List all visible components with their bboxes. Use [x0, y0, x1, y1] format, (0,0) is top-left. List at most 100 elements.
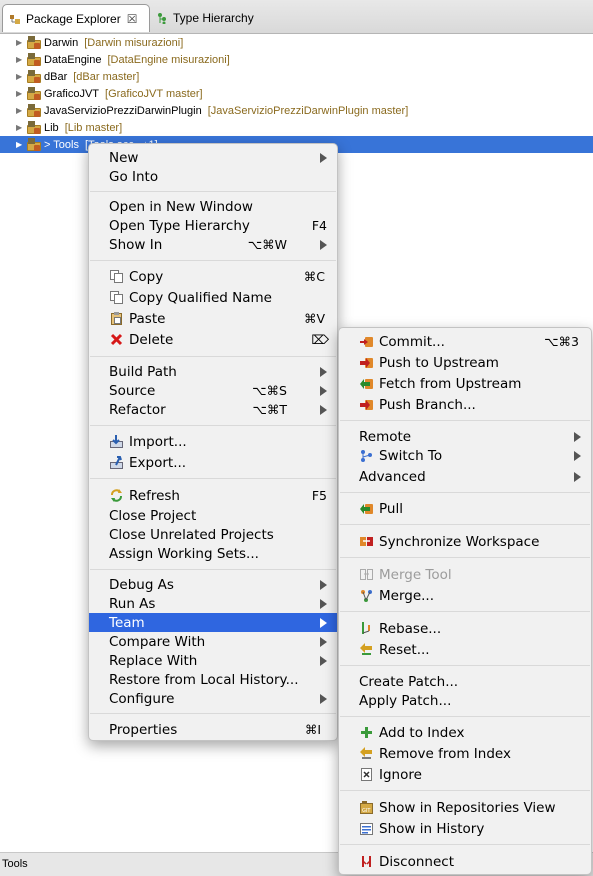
submenu-item-merge-tool[interactable]: Merge Tool	[339, 565, 591, 584]
submenu-arrow-icon	[320, 366, 327, 377]
menu-item-label: Create Patch...	[359, 673, 459, 690]
submenu-arrow-icon	[320, 598, 327, 609]
menu-item-build-path[interactable]: Build Path	[89, 362, 337, 381]
menu-item-refresh[interactable]: Refresh F5	[89, 486, 337, 505]
tab-type-hierarchy[interactable]: Type Hierarchy	[156, 4, 254, 32]
shortcut-label: ⌘C	[303, 269, 325, 284]
submenu-item-fetch-from-upstream[interactable]: Fetch from Upstream	[339, 374, 591, 393]
view-tab-bar: Package Explorer ☒ Type Hierarchy	[0, 0, 593, 34]
submenu-arrow-icon	[320, 152, 327, 163]
expand-arrow-icon[interactable]: ▶	[16, 72, 24, 81]
menu-item-refactor[interactable]: Refactor ⌥⌘T	[89, 400, 337, 419]
menu-item-source[interactable]: Source ⌥⌘S	[89, 381, 337, 400]
menu-separator	[90, 713, 336, 714]
submenu-item-remote[interactable]: Remote	[339, 427, 591, 446]
menu-item-open-type-hierarchy[interactable]: Open Type Hierarchy F4	[89, 216, 337, 235]
menu-item-label: Properties	[109, 721, 178, 738]
menu-item-run-as[interactable]: Run As	[89, 594, 337, 613]
menu-item-label: Copy Qualified Name	[129, 289, 272, 306]
menu-separator	[90, 260, 336, 261]
menu-item-go-into[interactable]: Go Into	[89, 167, 337, 186]
tree-row[interactable]: ▶ Lib [Lib master]	[0, 119, 593, 136]
menu-item-open-in-new-window[interactable]: Open in New Window	[89, 197, 337, 216]
submenu-item-push-to-upstream[interactable]: Push to Upstream	[339, 353, 591, 372]
expand-arrow-icon[interactable]: ▶	[16, 38, 24, 47]
tree-row[interactable]: ▶ JavaServizioPrezziDarwinPlugin [JavaSe…	[0, 102, 593, 119]
menu-item-label: Close Unrelated Projects	[109, 526, 274, 543]
tree-row[interactable]: ▶ GraficoJVT [GraficoJVT master]	[0, 85, 593, 102]
submenu-item-merge[interactable]: Merge...	[339, 586, 591, 605]
menu-item-replace-with[interactable]: Replace With	[89, 651, 337, 670]
submenu-item-remove-from-index[interactable]: Remove from Index	[339, 744, 591, 763]
copy-qualified-icon	[110, 291, 123, 304]
menu-item-label: Refactor	[109, 401, 166, 418]
menu-item-compare-with[interactable]: Compare With	[89, 632, 337, 651]
submenu-item-advanced[interactable]: Advanced	[339, 467, 591, 486]
menu-item-label: Push to Upstream	[379, 354, 499, 371]
menu-item-label: Disconnect	[379, 853, 454, 870]
close-icon[interactable]: ☒	[127, 12, 138, 26]
menu-item-show-in[interactable]: Show In ⌥⌘W	[89, 235, 337, 254]
menu-item-label: Replace With	[109, 652, 198, 669]
menu-item-new[interactable]: New	[89, 148, 337, 167]
menu-item-properties[interactable]: Properties ⌘I	[89, 720, 337, 739]
submenu-item-push-branch[interactable]: Push Branch...	[339, 395, 591, 414]
menu-separator	[90, 356, 336, 357]
submenu-item-add-to-index[interactable]: Add to Index	[339, 723, 591, 742]
menu-item-copy[interactable]: Copy ⌘C	[89, 267, 337, 286]
submenu-item-rebase[interactable]: Rebase...	[339, 619, 591, 638]
menu-separator	[340, 420, 590, 421]
menu-item-debug-as[interactable]: Debug As	[89, 575, 337, 594]
context-menu: New Go Into Open in New Window Open Type…	[88, 143, 338, 741]
menu-item-assign-working-sets[interactable]: Assign Working Sets...	[89, 544, 337, 563]
menu-separator	[90, 425, 336, 426]
expand-arrow-icon[interactable]: ▶	[16, 55, 24, 64]
project-name: > Tools	[44, 138, 79, 151]
menu-item-label: Paste	[129, 310, 166, 327]
submenu-item-create-patch[interactable]: Create Patch...	[339, 672, 591, 691]
submenu-item-commit[interactable]: Commit... ⌥⌘3	[339, 332, 591, 351]
shortcut-label: F5	[311, 488, 327, 503]
submenu-item-synchronize-workspace[interactable]: Synchronize Workspace	[339, 532, 591, 551]
menu-item-close-unrelated-projects[interactable]: Close Unrelated Projects	[89, 525, 337, 544]
team-submenu: Commit... ⌥⌘3 Push to Upstream Fetch from…	[338, 327, 592, 875]
submenu-item-show-in-repositories-view[interactable]: GIT Show in Repositories View	[339, 798, 591, 817]
expand-arrow-icon[interactable]: ▶	[16, 106, 24, 115]
menu-item-copy-qualified-name[interactable]: Copy Qualified Name	[89, 288, 337, 307]
tree-row[interactable]: ▶ DataEngine [DataEngine misurazioni]	[0, 51, 593, 68]
project-name: Lib	[44, 121, 59, 134]
tree-row[interactable]: ▶ Darwin [Darwin misurazioni]	[0, 34, 593, 51]
submenu-arrow-icon	[320, 693, 327, 704]
submenu-item-ignore[interactable]: Ignore	[339, 765, 591, 784]
menu-item-label: Source	[109, 382, 156, 399]
menu-item-configure[interactable]: Configure	[89, 689, 337, 708]
commit-icon	[360, 335, 373, 348]
menu-item-import[interactable]: Import...	[89, 432, 337, 451]
menu-item-label: Remote	[359, 428, 412, 445]
submenu-item-show-in-history[interactable]: Show in History	[339, 819, 591, 838]
export-icon	[110, 456, 123, 469]
menu-item-restore-from-local-history[interactable]: Restore from Local History...	[89, 670, 337, 689]
add-icon	[360, 726, 373, 739]
menu-item-team[interactable]: Team	[89, 613, 337, 632]
submenu-item-apply-patch[interactable]: Apply Patch...	[339, 691, 591, 710]
menu-item-close-project[interactable]: Close Project	[89, 506, 337, 525]
merge-tool-icon	[360, 568, 373, 581]
menu-separator	[340, 665, 590, 666]
menu-item-delete[interactable]: Delete ⌦	[89, 330, 337, 349]
submenu-arrow-icon	[320, 404, 327, 415]
submenu-item-pull[interactable]: Pull	[339, 499, 591, 518]
pull-icon	[360, 502, 373, 515]
expand-arrow-icon[interactable]: ▶	[16, 89, 24, 98]
menu-item-label: Merge...	[379, 587, 435, 604]
menu-item-paste[interactable]: Paste ⌘V	[89, 309, 337, 328]
tab-package-explorer[interactable]: Package Explorer ☒	[2, 4, 150, 32]
menu-item-label: Import...	[129, 433, 187, 450]
expand-arrow-icon[interactable]: ▶	[16, 140, 24, 149]
submenu-item-switch-to[interactable]: Switch To	[339, 446, 591, 465]
expand-arrow-icon[interactable]: ▶	[16, 123, 24, 132]
menu-item-export[interactable]: Export...	[89, 453, 337, 472]
submenu-item-reset[interactable]: Reset...	[339, 640, 591, 659]
submenu-item-disconnect[interactable]: Disconnect	[339, 852, 591, 871]
tree-row[interactable]: ▶ dBar [dBar master]	[0, 68, 593, 85]
